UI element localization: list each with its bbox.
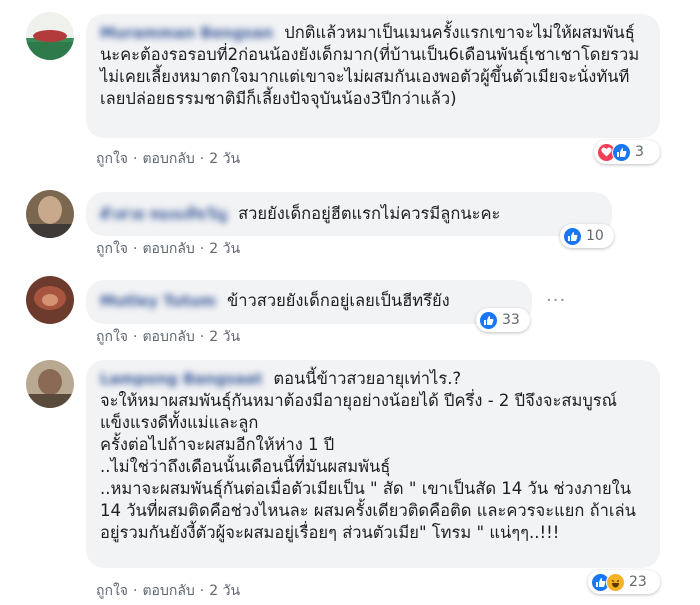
reaction-summary[interactable]: 3	[594, 140, 660, 164]
reply-link[interactable]: ตอบกลับ	[142, 151, 194, 167]
reaction-summary[interactable]: 33	[476, 308, 530, 332]
comment-time[interactable]: 2 วัน	[209, 583, 240, 599]
reaction-count: 23	[629, 574, 647, 590]
comment-text: ตอนนี้ข้าวสวยอายุเท่าไร.? จะให้หมาผสมพัน…	[100, 369, 636, 542]
comment-author[interactable]: ตัวสวย ทองแท้ขวัญ	[100, 202, 227, 226]
comment: Mutley Tutum ข้าวสวยยังเด็กอยู่เลยเป็นฮี…	[0, 266, 700, 352]
reaction-summary[interactable]: 23	[588, 570, 660, 594]
avatar[interactable]	[26, 360, 74, 408]
reaction-count: 3	[635, 144, 644, 160]
avatar-image	[26, 276, 74, 324]
avatar[interactable]	[26, 190, 74, 238]
reaction-summary[interactable]: 10	[560, 224, 614, 248]
comment: ตัวสวย ทองแท้ขวัญ สวยยังเด็กอยู่ฮีตแรกไม…	[0, 178, 700, 266]
comment-bubble: Muramman Bengsan ปกติแล้วหมาเป็นเมนครั้ง…	[86, 14, 660, 138]
like-link[interactable]: ถูกใจ	[96, 241, 128, 257]
separator: ·	[133, 241, 138, 257]
reply-link[interactable]: ตอบกลับ	[142, 583, 194, 599]
like-link[interactable]: ถูกใจ	[96, 151, 128, 167]
comment-bubble: Lampong Bangsaat ตอนนี้ข้าวสวยอายุเท่าไร…	[86, 360, 660, 568]
avatar[interactable]	[26, 276, 74, 324]
comment-author[interactable]: Mutley Tutum	[100, 292, 216, 310]
separator: ·	[133, 583, 138, 599]
like-icon	[479, 310, 498, 330]
comment-time[interactable]: 2 วัน	[209, 329, 240, 345]
comment-actions: ถูกใจ · ตอบกลับ · 2 วัน	[96, 326, 240, 348]
separator: ·	[199, 583, 205, 599]
comment-time[interactable]: 2 วัน	[209, 151, 240, 167]
separator: ·	[199, 241, 205, 257]
comment-bubble: Mutley Tutum ข้าวสวยยังเด็กอยู่เลยเป็นฮี…	[86, 280, 532, 324]
comment: Lampong Bangsaat ตอนนี้ข้าวสวยอายุเท่าไร…	[0, 352, 700, 605]
reply-link[interactable]: ตอบกลับ	[142, 329, 194, 345]
separator: ·	[133, 151, 138, 167]
comment: Muramman Bengsan ปกติแล้วหมาเป็นเมนครั้ง…	[0, 0, 700, 178]
comment-text: สวยยังเด็กอยู่ฮีตแรกไม่ควรมีลูกนะคะ	[238, 204, 501, 223]
comment-time[interactable]: 2 วัน	[209, 241, 240, 257]
comment-author[interactable]: Muramman Bengsan	[100, 24, 273, 42]
separator: ·	[199, 151, 205, 167]
like-icon	[612, 142, 631, 162]
avatar-image	[26, 190, 74, 238]
comment-author[interactable]: Lampong Bangsaat	[100, 370, 262, 388]
comment-text: ข้าวสวยยังเด็กอยู่เลยเป็นฮีทรึยัง	[226, 291, 450, 310]
comment-actions: ถูกใจ · ตอบกลับ · 2 วัน	[96, 238, 240, 260]
like-link[interactable]: ถูกใจ	[96, 583, 128, 599]
like-link[interactable]: ถูกใจ	[96, 329, 128, 345]
separator: ·	[199, 329, 205, 345]
comment-actions: ถูกใจ · ตอบกลับ · 2 วัน	[96, 148, 240, 170]
like-icon	[563, 226, 582, 246]
reaction-count: 33	[502, 312, 520, 328]
comment-actions: ถูกใจ · ตอบกลับ · 2 วัน	[96, 580, 240, 602]
comment-bubble: ตัวสวย ทองแท้ขวัญ สวยยังเด็กอยู่ฮีตแรกไม…	[86, 192, 612, 236]
reply-link[interactable]: ตอบกลับ	[142, 241, 194, 257]
separator: ·	[133, 329, 138, 345]
reaction-count: 10	[586, 228, 604, 244]
haha-icon	[606, 572, 625, 592]
avatar-image	[26, 12, 74, 60]
avatar[interactable]	[26, 12, 74, 60]
avatar-image	[26, 360, 74, 408]
more-options-icon[interactable]: ···	[546, 290, 566, 311]
